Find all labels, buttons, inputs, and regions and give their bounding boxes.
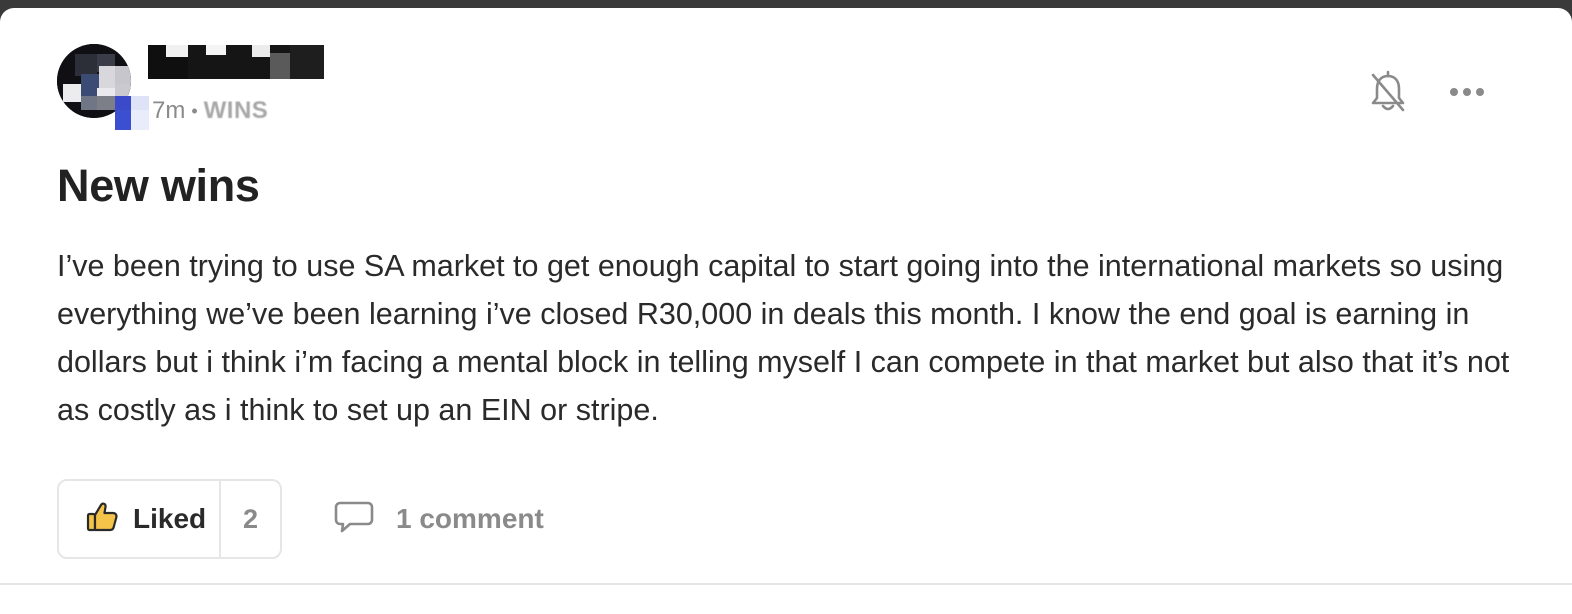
speech-bubble-icon: [334, 500, 374, 539]
like-button-label: Liked: [133, 503, 207, 534]
card-divider: [0, 583, 1572, 585]
comment-count-label: 1 comment: [396, 503, 544, 534]
more-horizontal-icon[interactable]: [1446, 76, 1488, 108]
like-count[interactable]: 2: [221, 481, 280, 557]
avatar-badge: [97, 96, 149, 132]
author-name-redacted[interactable]: [148, 45, 324, 79]
bell-off-icon[interactable]: [1368, 70, 1408, 116]
thumbs-up-icon: [85, 500, 119, 539]
post-body: I’ve been trying to use SA market to get…: [57, 249, 1510, 427]
meta-separator: •: [191, 100, 198, 121]
post-time: 7m: [152, 97, 186, 124]
post-meta: 7m • WINS: [152, 96, 268, 126]
like-button[interactable]: Liked: [59, 481, 221, 557]
post-title[interactable]: New wins: [57, 160, 260, 212]
like-control: Liked 2: [57, 479, 282, 559]
comment-button[interactable]: 1 comment: [334, 496, 544, 542]
post-category[interactable]: WINS: [204, 97, 269, 125]
post-card: 7m • WINS New wins I’ve been trying to u…: [0, 8, 1572, 614]
